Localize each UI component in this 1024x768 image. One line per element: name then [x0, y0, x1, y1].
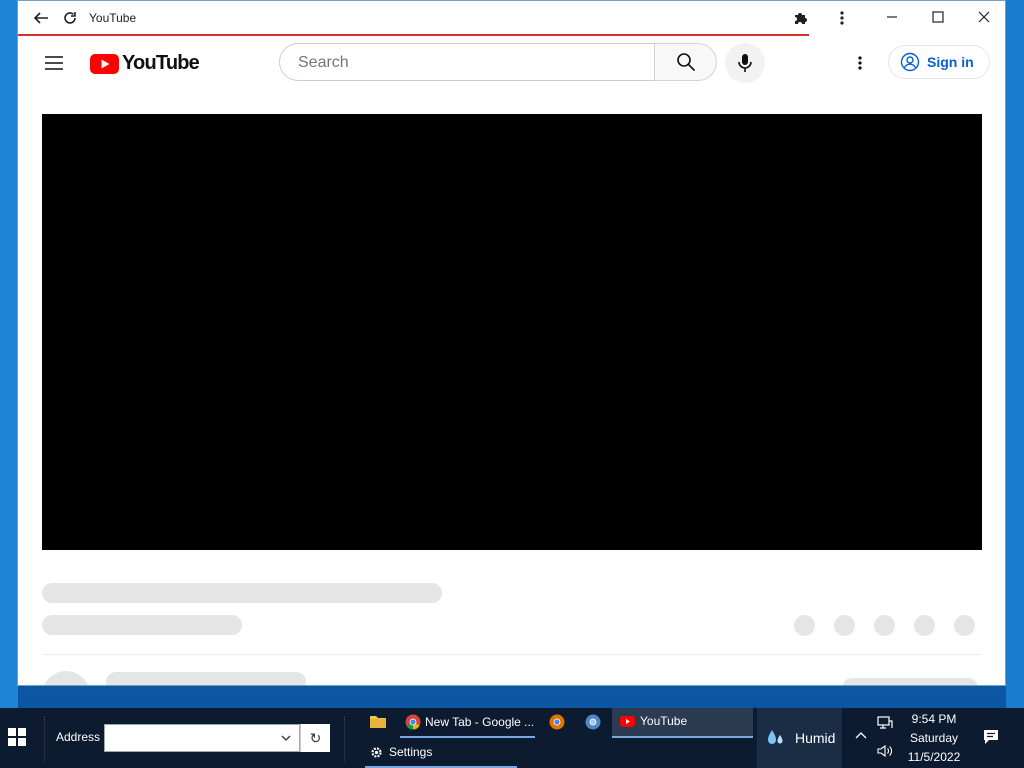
reload-button[interactable]: [59, 7, 81, 29]
chevron-up-icon: [855, 732, 867, 739]
active-app-indicator: [612, 736, 753, 738]
search-input[interactable]: [296, 52, 640, 74]
meta-placeholder: [42, 615, 242, 635]
clock-date: 11/5/2022: [907, 750, 961, 764]
guide-menu-button[interactable]: [42, 51, 66, 75]
browser-menu-button[interactable]: [831, 7, 853, 29]
refresh-icon: ↻: [309, 729, 322, 746]
weather-widget[interactable]: Humid: [765, 728, 835, 748]
toolbar-separator: [44, 716, 47, 762]
channel-name-placeholder: [106, 672, 306, 685]
microphone-icon: [738, 54, 752, 72]
action-placeholder: [794, 615, 815, 636]
action-placeholder: [914, 615, 935, 636]
voice-search-button[interactable]: [725, 43, 765, 83]
gear-icon: [371, 746, 382, 758]
action-placeholder: [874, 615, 895, 636]
channel-avatar-placeholder: [42, 671, 90, 685]
maximize-icon: [932, 11, 944, 23]
taskbar-settings[interactable]: Settings: [370, 745, 432, 759]
network-monitor-icon: [877, 716, 893, 729]
active-app-indicator: [400, 736, 535, 738]
chrome-icon: [549, 714, 565, 730]
action-placeholder: [954, 615, 975, 636]
notification-icon: [984, 730, 998, 744]
taskbar-app-label: New Tab - Google ...: [425, 715, 535, 729]
browser-window: YouTube YouTube Search Sign in: [17, 0, 1006, 686]
extensions-button[interactable]: [790, 7, 812, 29]
title-bar: YouTube: [18, 1, 1005, 35]
extensions-puzzle-icon: [795, 13, 807, 24]
youtube-icon: [620, 715, 635, 727]
settings-label: Settings: [389, 745, 433, 759]
folder-icon: [370, 716, 386, 728]
clock-day: Saturday: [909, 731, 959, 745]
video-player[interactable]: [42, 114, 982, 550]
address-go-button[interactable]: ↻: [300, 724, 330, 752]
windows-logo-icon: [8, 728, 26, 746]
search-icon: [676, 53, 695, 72]
show-hidden-icons-button[interactable]: [855, 731, 867, 739]
chevron-down-icon[interactable]: [281, 734, 291, 742]
file-explorer-button[interactable]: [370, 714, 386, 728]
start-button[interactable]: [8, 728, 26, 746]
close-button[interactable]: [961, 1, 1005, 33]
logo-text: YouTube: [122, 52, 200, 74]
toolbar-separator: [344, 716, 347, 762]
reload-icon: [64, 12, 76, 24]
youtube-play-icon: [90, 53, 119, 74]
search-button[interactable]: [654, 43, 717, 81]
close-icon: [978, 11, 990, 23]
minimize-button[interactable]: [869, 1, 915, 33]
maximize-button[interactable]: [915, 1, 961, 33]
address-label: Address: [56, 730, 101, 744]
chrome-icon: [405, 714, 421, 730]
kebab-menu-icon: [858, 56, 862, 70]
speaker-icon: [877, 744, 892, 758]
water-drops-icon: [768, 730, 783, 744]
back-button[interactable]: [30, 7, 52, 29]
clock[interactable]: 9:54 PM Saturday 11/5/2022: [898, 712, 970, 766]
network-button[interactable]: [877, 716, 893, 730]
notifications-button[interactable]: [983, 729, 999, 745]
clock-time: 9:54 PM: [911, 712, 957, 726]
action-placeholder: [834, 615, 855, 636]
back-arrow-icon: [33, 12, 48, 24]
account-circle-icon: [900, 52, 920, 72]
youtube-logo[interactable]: YouTube: [90, 52, 200, 75]
hamburger-menu-icon: [45, 56, 63, 70]
chromium-icon: [585, 714, 601, 730]
address-input[interactable]: [104, 724, 300, 752]
taskbar-app-youtube[interactable]: YouTube: [620, 714, 687, 728]
search-box: [279, 43, 654, 81]
taskbar-chromium-button[interactable]: [585, 714, 601, 730]
minimize-icon: [887, 16, 897, 18]
youtube-header: YouTube Sign in: [18, 37, 1005, 89]
taskbar-app-label: YouTube: [640, 714, 688, 728]
taskbar: Address ↻ New Tab - Google ... YouTube S…: [0, 708, 1024, 768]
tab-title: YouTube: [89, 11, 137, 25]
weather-label: Humid: [795, 730, 836, 746]
sign-in-button[interactable]: Sign in: [888, 45, 990, 79]
subscribe-placeholder: [842, 678, 978, 685]
title-placeholder: [42, 583, 442, 603]
desktop-background: [0, 0, 18, 708]
taskbar-app-chrome-newtab[interactable]: New Tab - Google ...: [405, 714, 534, 730]
taskbar-chrome-canary-button[interactable]: [549, 714, 565, 730]
sign-in-label: Sign in: [927, 54, 974, 70]
settings-menu-button[interactable]: [848, 51, 872, 75]
content-divider: [42, 654, 982, 655]
volume-button[interactable]: [877, 744, 893, 758]
desktop-background-right: [1006, 0, 1024, 708]
page-load-progress: [18, 34, 809, 36]
kebab-menu-icon: [840, 11, 844, 25]
